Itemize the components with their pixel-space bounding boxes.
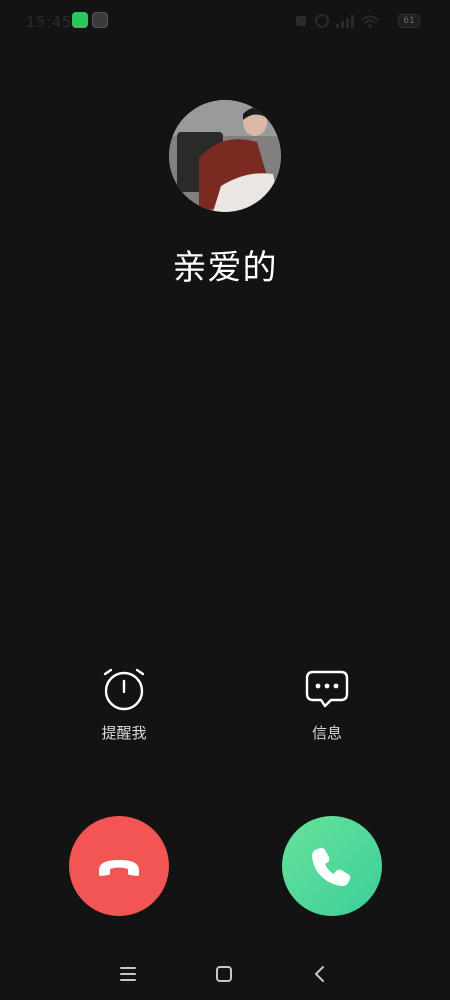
message-bubble-icon [305, 670, 349, 708]
message-button[interactable]: 信息 [272, 664, 382, 743]
status-bar: 15:45 61 [0, 0, 450, 44]
hang-up-icon [99, 860, 139, 876]
navigation-bar [0, 952, 450, 996]
caller-name: 亲爱的 [172, 248, 278, 288]
signal-icons [296, 14, 379, 28]
status-time: 15:45 [26, 13, 72, 31]
alarm-clock-icon [103, 668, 145, 711]
app-icon [92, 12, 108, 28]
decline-call-button[interactable] [69, 816, 169, 916]
remind-me-button[interactable]: 提醒我 [69, 664, 179, 743]
status-icons [296, 12, 388, 30]
avatar-photo [169, 100, 281, 212]
message-label: 信息 [311, 724, 342, 742]
back-icon[interactable] [308, 962, 332, 986]
battery-indicator: 61 [398, 14, 420, 28]
menu-icon[interactable] [116, 962, 140, 986]
phone-icon [312, 847, 351, 886]
accept-call-button[interactable] [282, 816, 382, 916]
wechat-icon [72, 12, 88, 28]
caller-avatar [169, 100, 281, 212]
remind-me-label: 提醒我 [101, 724, 147, 742]
home-icon[interactable] [212, 962, 236, 986]
